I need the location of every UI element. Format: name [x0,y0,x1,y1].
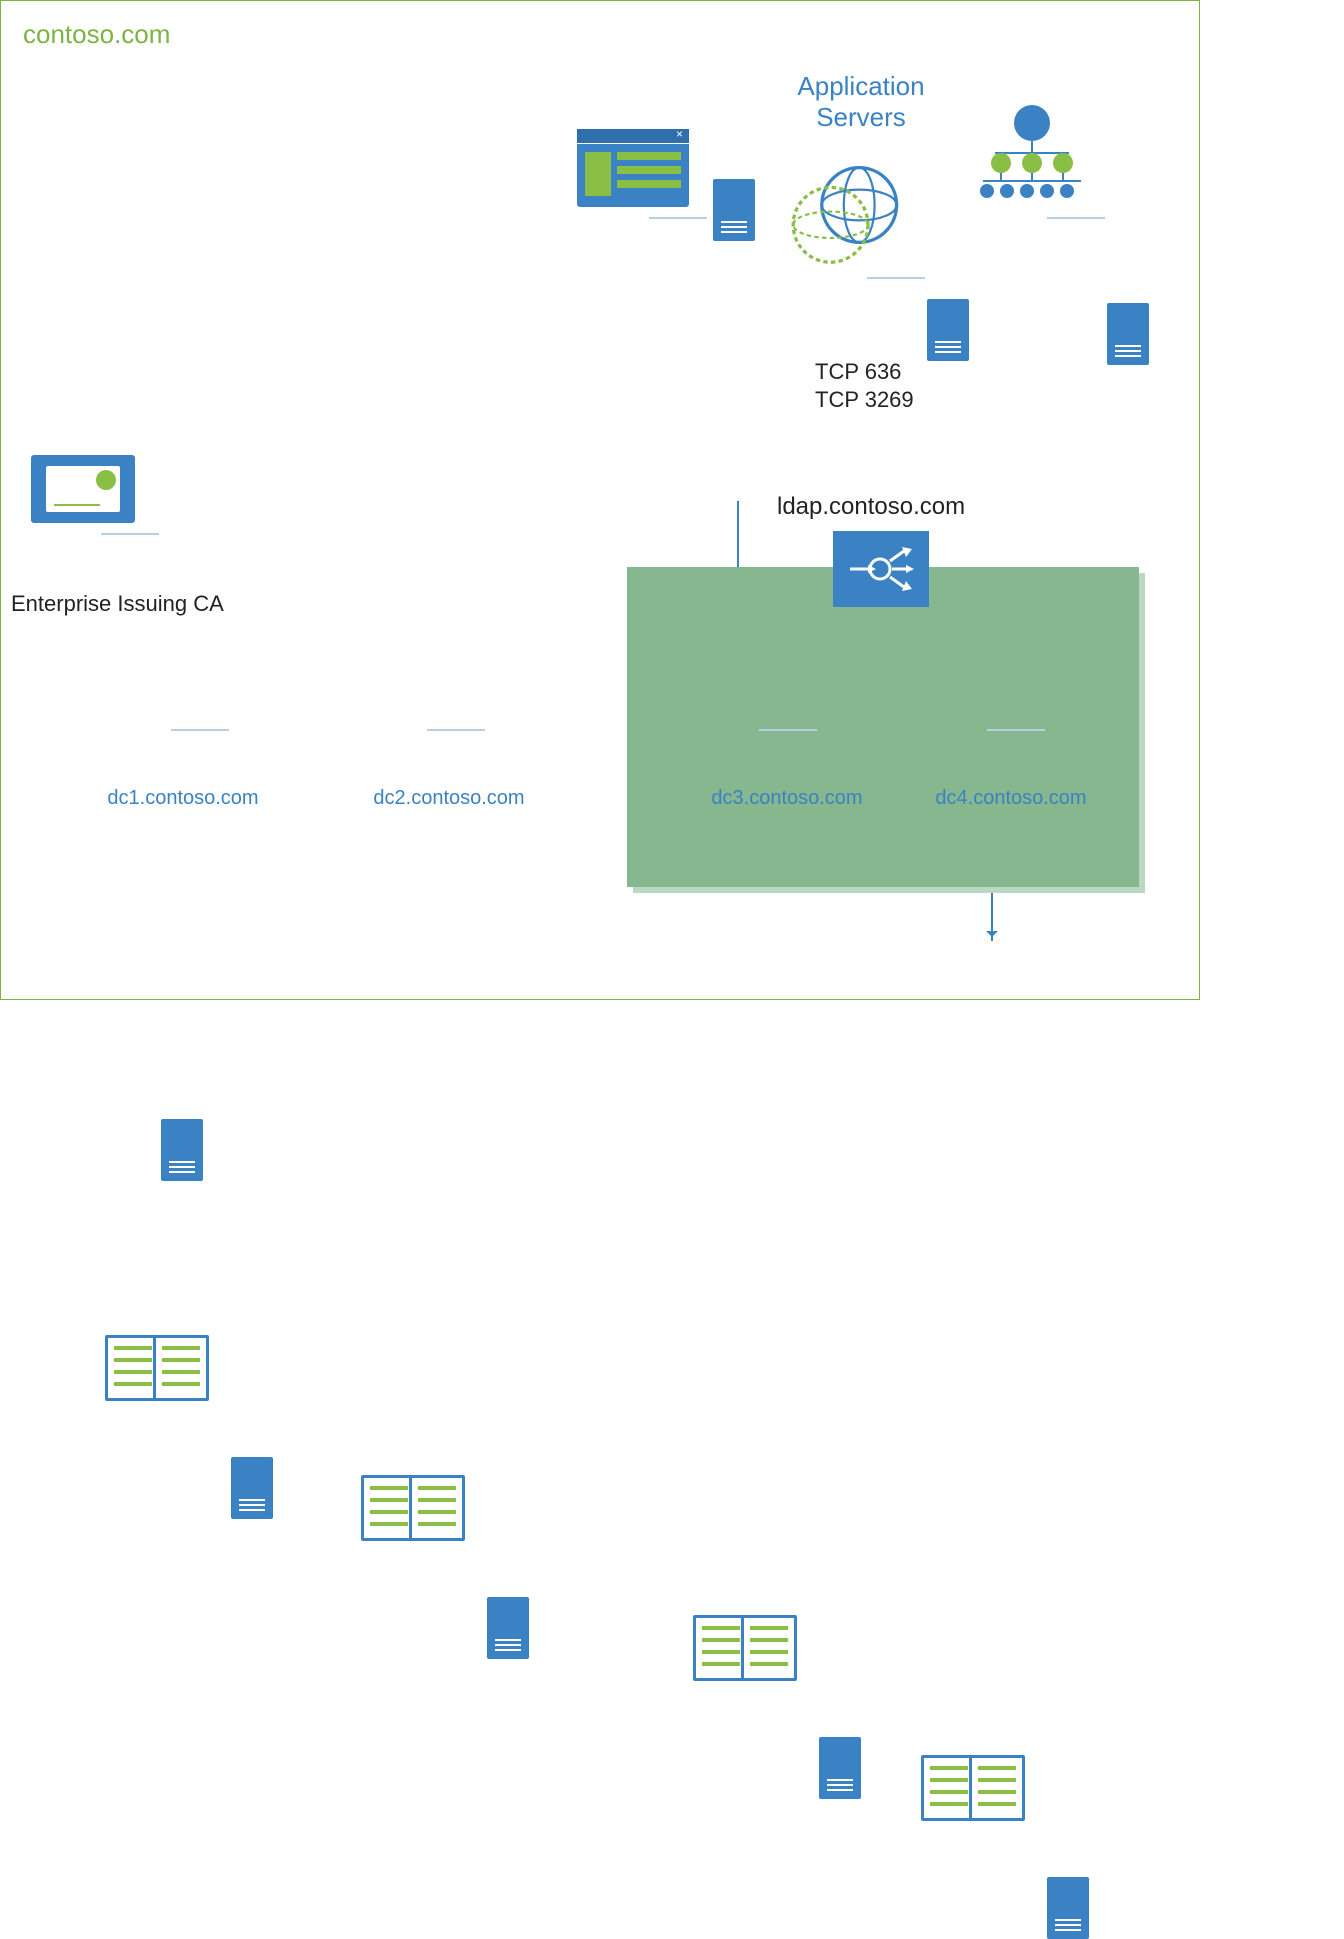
domain-title: contoso.com [23,19,170,50]
domain-controller-icon [357,1469,469,1547]
domain-controller-icon [101,1329,213,1407]
domain-controller-icon [917,1749,1029,1827]
app-servers-label: Application Servers [771,71,951,133]
hierarchy-icon [977,105,1087,210]
server-icon [231,1457,273,1519]
connector-line [1047,217,1105,219]
connector-line [867,277,925,279]
load-balancer-icon [833,531,929,607]
dc4-label: dc4.contoso.com [921,787,1101,810]
connector-line [759,729,817,731]
port-label-2: TCP 3269 [815,387,914,413]
dc-cluster-box [627,567,1139,887]
connector-line [171,729,229,731]
connector-line [101,533,159,535]
browser-window-icon [577,129,689,207]
connector-line [427,729,485,731]
server-icon [927,299,969,361]
server-icon [1107,303,1149,365]
ca-label: Enterprise Issuing CA [11,591,224,617]
server-icon [487,1597,529,1659]
connector-line [649,217,707,219]
ldap-host-label: ldap.contoso.com [777,493,965,521]
globe-icon [791,161,901,276]
connector-line [987,729,1045,731]
dc3-label: dc3.contoso.com [697,787,877,810]
server-icon [1047,1877,1089,1939]
certificate-icon [31,455,135,523]
port-label-1: TCP 636 [815,359,901,385]
dc2-label: dc2.contoso.com [359,787,539,810]
domain-controller-icon [689,1609,801,1687]
app-server-1-icon [577,129,689,207]
server-icon [819,1737,861,1799]
dc1-label: dc1.contoso.com [93,787,273,810]
server-icon [161,1119,203,1181]
server-icon [713,179,755,241]
